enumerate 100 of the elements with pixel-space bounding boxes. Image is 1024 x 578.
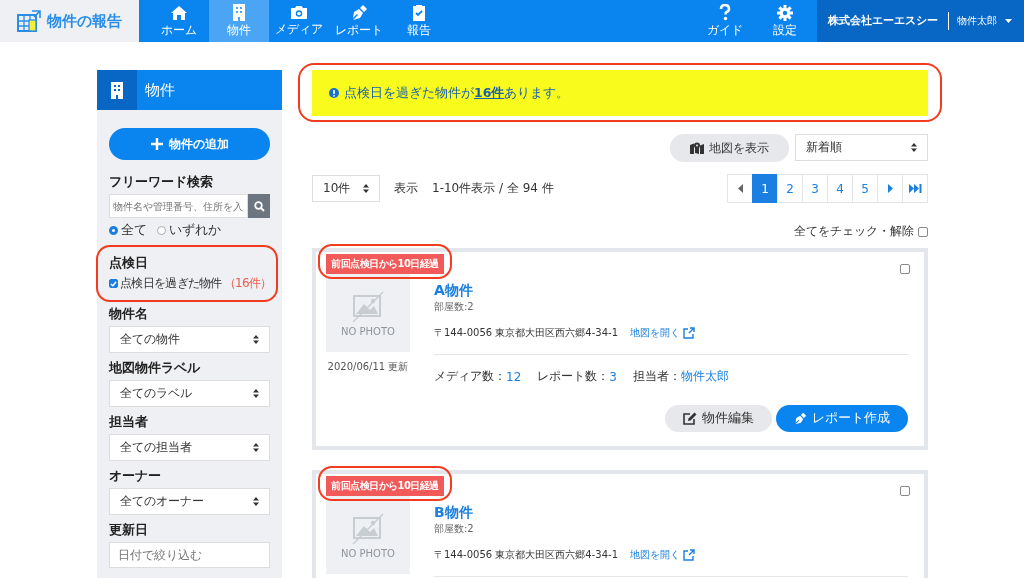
pen-icon bbox=[794, 412, 807, 425]
filter-label: フリーワード検索 bbox=[109, 174, 214, 191]
building-logo-icon bbox=[17, 10, 41, 32]
last-page-button[interactable] bbox=[902, 174, 928, 203]
next-page-button[interactable] bbox=[877, 174, 903, 203]
page-button[interactable]: 3 bbox=[802, 174, 828, 203]
filter-label: 担当者 bbox=[109, 414, 149, 431]
plus-icon bbox=[150, 138, 163, 150]
create-report-button[interactable]: レポート作成 bbox=[776, 405, 908, 432]
date-field[interactable]: 日付で絞り込む bbox=[109, 542, 270, 568]
nav-tab[interactable]: 物件 bbox=[209, 0, 269, 42]
filter-label: 地図物件ラベル bbox=[109, 360, 201, 377]
per-page-dropdown[interactable]: 10件 bbox=[312, 175, 380, 202]
alert-message: 点検日を過ぎた物件が16件あります。 bbox=[344, 84, 570, 102]
per-page-label: 表示 bbox=[394, 180, 418, 197]
address-text: 〒144-0056 東京都大田区西六郷4-34-1 bbox=[434, 326, 618, 340]
image-icon bbox=[351, 289, 385, 324]
overdue-link[interactable]: 16件 bbox=[474, 84, 505, 100]
filter-dropdown[interactable]: 全てのオーナー bbox=[109, 488, 270, 515]
caret-right-icon bbox=[887, 184, 893, 193]
sort-arrows-icon bbox=[363, 184, 369, 193]
edit-property-button[interactable]: 物件編集 bbox=[665, 405, 772, 432]
show-map-button[interactable]: 地図を表示 bbox=[670, 134, 789, 162]
settings-icon bbox=[777, 4, 793, 21]
checkbox-label: 点検日を過ぎた物件 bbox=[120, 275, 222, 292]
page-button[interactable]: 2 bbox=[777, 174, 803, 203]
user-name: 物件太郎 bbox=[957, 14, 997, 28]
previous-page-button[interactable] bbox=[727, 174, 753, 203]
pen-icon bbox=[350, 4, 368, 21]
report-count-link[interactable]: 3 bbox=[609, 369, 617, 384]
nav-tab[interactable]: ガイド bbox=[695, 0, 755, 42]
property-title-link[interactable]: A物件 bbox=[434, 282, 473, 300]
sort-dropdown[interactable]: 新着順 bbox=[795, 134, 928, 161]
page-button[interactable]: 5 bbox=[852, 174, 878, 203]
checkbox[interactable] bbox=[900, 486, 910, 496]
radio-option[interactable]: いずれか bbox=[157, 222, 221, 239]
sort-arrows-icon bbox=[253, 443, 259, 452]
filter-label: 点検日 bbox=[109, 255, 149, 272]
sort-arrows-icon bbox=[253, 389, 259, 398]
check-all-label: 全てをチェック・解除 bbox=[794, 223, 914, 240]
nav-tab[interactable]: 設定 bbox=[755, 0, 815, 42]
radio-button[interactable] bbox=[157, 226, 166, 235]
address-text: 〒144-0056 東京都大田区西六郷4-34-1 bbox=[434, 548, 618, 562]
status-badge: 前回点検日から10日経過 bbox=[326, 476, 444, 496]
radio-button[interactable] bbox=[109, 226, 118, 235]
media-count-link[interactable]: 12 bbox=[506, 369, 522, 384]
nav-tab[interactable]: レポート bbox=[329, 0, 389, 42]
filter-label: オーナー bbox=[109, 468, 162, 485]
building-icon bbox=[110, 81, 124, 99]
external-link-icon bbox=[683, 327, 695, 339]
edit-icon bbox=[683, 412, 697, 425]
staff-label: 担当者： bbox=[632, 368, 681, 385]
caret-icon bbox=[1005, 19, 1012, 23]
open-map-link[interactable]: 地図を開く bbox=[630, 326, 695, 340]
app-logo-text: 物件の報告 bbox=[47, 11, 122, 31]
caret-left-icon bbox=[737, 184, 743, 193]
home-icon bbox=[170, 4, 188, 21]
staff-link[interactable]: 物件太郎 bbox=[680, 368, 729, 385]
status-badge: 前回点検日から10日経過 bbox=[326, 254, 444, 274]
filter-dropdown[interactable]: 全ての担当者 bbox=[109, 434, 270, 461]
room-count: 部屋数:2 bbox=[434, 522, 475, 536]
page-button[interactable]: 1 bbox=[752, 174, 778, 203]
sidebar-title: 物件 bbox=[145, 80, 175, 100]
search-field[interactable]: 物件名や管理番号、住所を入 bbox=[109, 194, 248, 218]
nav-tab[interactable]: ホーム bbox=[149, 0, 209, 42]
property-title-link[interactable]: B物件 bbox=[434, 504, 473, 522]
checkbox[interactable] bbox=[918, 226, 928, 237]
filter-label: 物件名 bbox=[109, 306, 149, 323]
external-link-icon bbox=[683, 549, 695, 561]
room-count: 部屋数:2 bbox=[434, 300, 475, 314]
sort-arrows-icon bbox=[253, 497, 259, 506]
image-icon bbox=[351, 511, 385, 546]
checkbox[interactable] bbox=[900, 264, 910, 274]
radio-option[interactable]: 全て bbox=[109, 222, 147, 239]
overdue-count: （16件） bbox=[223, 275, 272, 292]
media-count-label: メディア数： bbox=[434, 368, 506, 385]
question-icon bbox=[719, 4, 731, 21]
sort-arrows-icon bbox=[253, 335, 259, 344]
open-map-link[interactable]: 地図を開く bbox=[630, 548, 695, 562]
company-name: 株式会社エーエスシー bbox=[828, 12, 949, 30]
report-count-label: レポート数： bbox=[537, 368, 610, 385]
updated-date: 2020/06/11 更新 bbox=[327, 360, 409, 374]
building-icon bbox=[232, 4, 246, 21]
camera-icon bbox=[290, 5, 308, 20]
filter-label: 更新日 bbox=[109, 522, 149, 539]
nav-tab[interactable]: 報告 bbox=[389, 0, 449, 42]
filter-dropdown[interactable]: 全てのラベル bbox=[109, 380, 270, 407]
nav-tab[interactable]: メディア bbox=[269, 0, 329, 42]
no-photo-text: NO PHOTO bbox=[341, 547, 395, 559]
fast-forward-icon bbox=[908, 184, 922, 193]
results-summary: 1-10件表示 / 全 94 件 bbox=[432, 180, 554, 197]
page-button[interactable]: 4 bbox=[827, 174, 853, 203]
checkbox[interactable] bbox=[109, 279, 118, 288]
map-icon bbox=[690, 142, 704, 154]
search-icon bbox=[253, 200, 265, 212]
filter-dropdown[interactable]: 全ての物件 bbox=[109, 326, 270, 353]
search-button[interactable] bbox=[248, 194, 270, 218]
no-photo-text: NO PHOTO bbox=[341, 325, 395, 337]
add-property-button[interactable]: 物件の追加 bbox=[109, 128, 270, 160]
account-menu[interactable]: 株式会社エーエスシー 物件太郎 bbox=[817, 0, 1024, 42]
